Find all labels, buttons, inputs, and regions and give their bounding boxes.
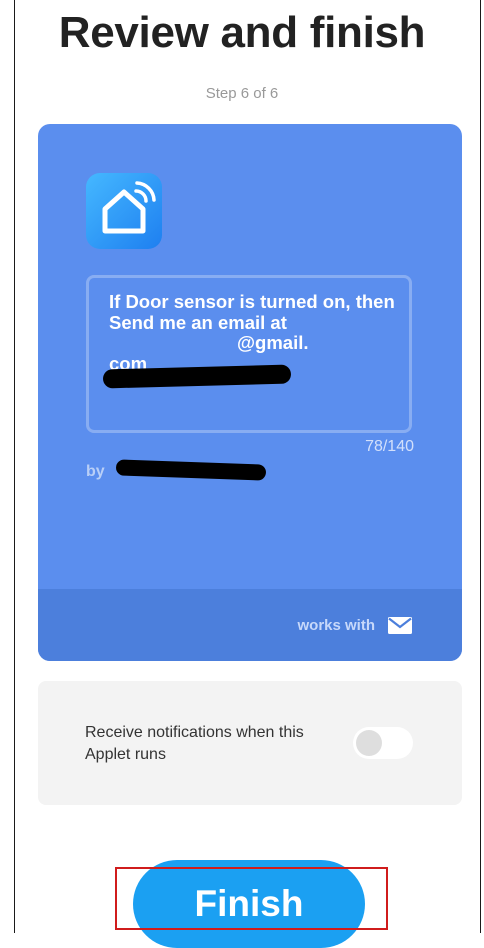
author-redaction-mark [115,459,267,481]
toggle-knob [356,730,382,756]
applet-title-main: If Door sensor is turned on, then Send m… [109,291,395,333]
notification-settings: Receive notifications when this Applet r… [38,681,462,805]
works-with-label: works with [297,617,375,634]
author-prefix: by [86,463,105,480]
redaction-mark [102,364,292,389]
notification-toggle[interactable] [353,727,413,759]
smart-home-icon [86,173,162,249]
step-indicator: Step 6 of 6 [205,85,279,102]
mail-icon [388,617,412,639]
applet-email-domain: @gmail. [237,332,309,353]
page-title: Review and finish [58,8,426,57]
notification-label: Receive notifications when this Applet r… [85,724,304,763]
applet-title-text: If Door sensor is turned on, then Send m… [109,291,399,374]
character-count: 78/140 [365,438,414,455]
finish-button[interactable]: Finish [133,860,365,948]
author-line: by [86,463,105,481]
applet-title-field[interactable]: If Door sensor is turned on, then Send m… [86,275,412,433]
card-footer: works with [38,589,462,661]
applet-card: If Door sensor is turned on, then Send m… [38,124,462,661]
